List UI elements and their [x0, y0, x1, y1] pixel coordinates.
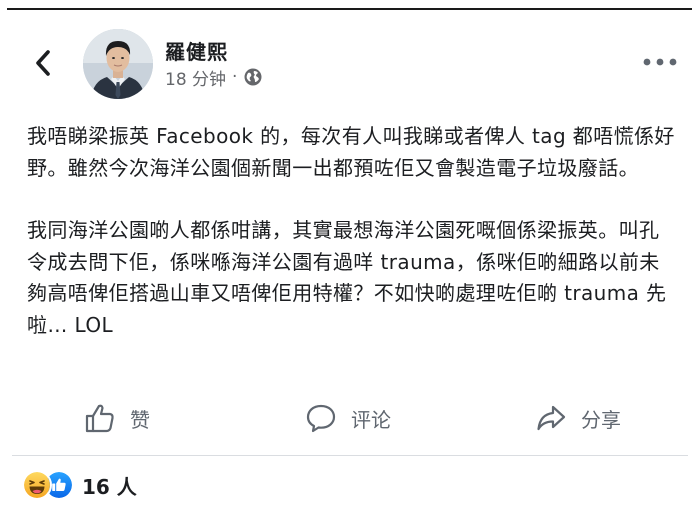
avatar-photo [83, 29, 153, 99]
post-paragraph-2: 我同海洋公園啲人都係咁講，其實最想海洋公園死嘅個係梁振英。叫孔令成去問下佢，係咪… [27, 218, 667, 337]
post-meta: 18 分钟 · [165, 65, 263, 90]
post-actions: 赞 评论 分享 [0, 393, 700, 443]
post-time[interactable]: 18 分钟 [165, 65, 226, 90]
post-paragraph-1: 我唔睇梁振英 Facebook 的，每次有人叫我睇或者俾人 tag 都唔慌係好野… [27, 124, 675, 180]
back-button[interactable] [28, 46, 58, 80]
globe-icon[interactable] [243, 67, 263, 87]
meta-separator: · [232, 67, 238, 87]
top-edge [0, 0, 700, 8]
more-dots-icon [643, 58, 677, 66]
comment-button[interactable]: 评论 [305, 393, 391, 443]
thumbs-up-icon [85, 404, 114, 433]
avatar[interactable] [83, 29, 153, 99]
share-button[interactable]: 分享 [535, 393, 621, 443]
actions-divider [12, 455, 688, 456]
author-name[interactable]: 羅健熙 [165, 36, 228, 65]
chevron-left-icon [36, 50, 50, 76]
haha-emoji-icon [22, 470, 52, 500]
like-label: 赞 [130, 407, 150, 432]
like-button[interactable]: 赞 [84, 393, 150, 443]
post-body: 我唔睇梁振英 Facebook 的，每次有人叫我睇或者俾人 tag 都唔慌係好野… [27, 121, 677, 341]
share-label: 分享 [581, 407, 621, 432]
more-options-button[interactable] [642, 52, 678, 72]
share-arrow-icon [537, 405, 566, 431]
comment-label: 评论 [351, 407, 391, 432]
reaction-count: 16 人 [82, 474, 137, 499]
comment-bubble-icon [306, 404, 336, 433]
reactions-summary[interactable]: 16 人 [22, 470, 137, 500]
